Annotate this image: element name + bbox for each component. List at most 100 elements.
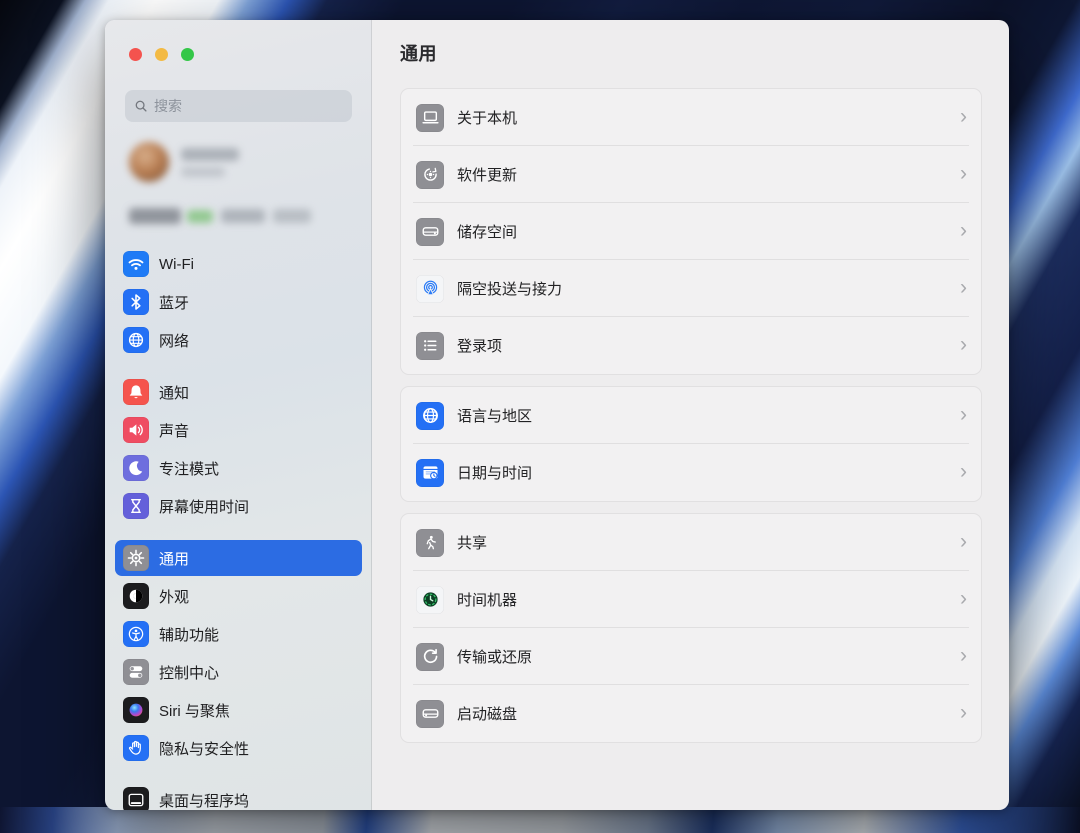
sidebar-item-focus[interactable]: 专注模式 bbox=[115, 450, 362, 486]
time-machine-icon bbox=[416, 586, 444, 614]
storage-drive-icon bbox=[416, 218, 444, 246]
system-settings-window: Wi-Fi蓝牙网络通知声音专注模式屏幕使用时间通用外观辅助功能控制中心Siri … bbox=[105, 20, 1009, 810]
sidebar-item-label: 控制中心 bbox=[159, 662, 219, 683]
sidebar-item-notifications[interactable]: 通知 bbox=[115, 374, 362, 410]
settings-row-label: 共享 bbox=[457, 532, 487, 553]
sidebar-group: 通知声音专注模式屏幕使用时间 bbox=[105, 374, 372, 524]
sidebar-item-label: 桌面与程序坞 bbox=[159, 790, 249, 811]
speaker-icon bbox=[123, 417, 149, 443]
settings-row-label: 传输或还原 bbox=[457, 646, 532, 667]
startup-disk-icon bbox=[416, 700, 444, 728]
software-update-icon bbox=[416, 161, 444, 189]
network-globe-icon bbox=[123, 327, 149, 353]
settings-row-label: 储存空间 bbox=[457, 221, 517, 242]
settings-row-about[interactable]: 关于本机 › bbox=[401, 89, 981, 146]
wifi-icon bbox=[123, 251, 149, 277]
search-field[interactable] bbox=[125, 90, 352, 122]
bell-icon bbox=[123, 379, 149, 405]
siri-icon bbox=[123, 697, 149, 723]
sidebar-item-label: 隐私与安全性 bbox=[159, 738, 249, 759]
bluetooth-icon bbox=[123, 289, 149, 315]
control-center-icon bbox=[123, 659, 149, 685]
sidebar-item-privacy[interactable]: 隐私与安全性 bbox=[115, 730, 362, 766]
settings-row-date-time[interactable]: 日期与时间 › bbox=[401, 444, 981, 501]
sidebar-item-screen-time[interactable]: 屏幕使用时间 bbox=[115, 488, 362, 524]
sidebar-item-label: Wi-Fi bbox=[159, 256, 194, 273]
chevron-right-icon: › bbox=[960, 531, 967, 552]
chevron-right-icon: › bbox=[960, 461, 967, 482]
settings-row-label: 登录项 bbox=[457, 335, 502, 356]
settings-row-software-update[interactable]: 软件更新› bbox=[401, 146, 981, 203]
sidebar-item-label: 通知 bbox=[159, 382, 189, 403]
sidebar-item-control-center[interactable]: 控制中心 bbox=[115, 654, 362, 690]
sidebar-item-label: 蓝牙 bbox=[159, 292, 189, 313]
settings-row-sharing[interactable]: 共享 › bbox=[401, 514, 981, 571]
sidebar-item-label: 网络 bbox=[159, 330, 189, 351]
settings-row-label: 软件更新 bbox=[457, 164, 517, 185]
login-items-icon bbox=[416, 332, 444, 360]
settings-row-label: 关于本机 bbox=[457, 107, 517, 128]
sidebar-item-label: 专注模式 bbox=[159, 458, 219, 479]
sidebar: Wi-Fi 蓝牙网络通知声音专注模式屏幕使用时间通用外观辅助功能控制中心 Siri … bbox=[105, 20, 372, 810]
sidebar-item-sound[interactable]: 声音 bbox=[115, 412, 362, 448]
traffic-lights bbox=[129, 48, 194, 61]
dock-icon bbox=[123, 787, 149, 810]
settings-row-login-items[interactable]: 登录项› bbox=[401, 317, 981, 374]
gear-icon bbox=[123, 545, 149, 571]
chevron-right-icon: › bbox=[960, 106, 967, 127]
main-panel: 通用 关于本机›软件更新›储存空间›隔空投送与接力›登录项›语言与地区›日期与时… bbox=[372, 20, 1009, 810]
settings-card: 关于本机 › 软件更新› 储存空间 › 隔空投送与接力 › 登录项› bbox=[400, 88, 982, 375]
minimize-button[interactable] bbox=[155, 48, 168, 61]
settings-row-airdrop-handoff[interactable]: 隔空投送与接力 › bbox=[401, 260, 981, 317]
sidebar-item-appearance[interactable]: 外观 bbox=[115, 578, 362, 614]
settings-card: 共享›时间机器›传输或还原›启动磁盘› bbox=[400, 513, 982, 743]
settings-row-language-region[interactable]: 语言与地区 › bbox=[401, 387, 981, 444]
family-item-redacted bbox=[187, 210, 213, 223]
sidebar-item-label: 通用 bbox=[159, 548, 189, 569]
user-name-redacted bbox=[181, 148, 239, 161]
date-time-icon bbox=[416, 459, 444, 487]
sidebar-item-label: 屏幕使用时间 bbox=[159, 496, 249, 517]
chevron-right-icon: › bbox=[960, 702, 967, 723]
settings-row-storage[interactable]: 储存空间 › bbox=[401, 203, 981, 260]
sidebar-group: 通用外观辅助功能控制中心 Siri 与聚焦隐私与安全性 bbox=[105, 540, 372, 766]
page-title: 通用 bbox=[400, 40, 982, 66]
sidebar-item-siri[interactable]: Siri 与聚焦 bbox=[115, 692, 362, 728]
sidebar-item-desktop-dock[interactable]: 桌面与程序坞 bbox=[115, 782, 362, 810]
chevron-right-icon: › bbox=[960, 277, 967, 298]
chevron-right-icon: › bbox=[960, 404, 967, 425]
airdrop-icon bbox=[416, 275, 444, 303]
transfer-reset-icon bbox=[416, 643, 444, 671]
sidebar-item-bluetooth[interactable]: 蓝牙 bbox=[115, 284, 362, 320]
laptop-icon bbox=[416, 104, 444, 132]
sidebar-item-network[interactable]: 网络 bbox=[115, 322, 362, 358]
user-profile-section[interactable] bbox=[105, 138, 372, 246]
settings-groups: 关于本机›软件更新›储存空间›隔空投送与接力›登录项›语言与地区›日期与时间›共… bbox=[400, 88, 982, 743]
sidebar-item-general[interactable]: 通用 bbox=[115, 540, 362, 576]
settings-row-label: 时间机器 bbox=[457, 589, 517, 610]
sidebar-nav: Wi-Fi 蓝牙网络通知声音专注模式屏幕使用时间通用外观辅助功能控制中心 Siri … bbox=[105, 246, 372, 810]
sidebar-item-label: 外观 bbox=[159, 586, 189, 607]
sidebar-item-label: Siri 与聚焦 bbox=[159, 700, 230, 721]
settings-row-label: 隔空投送与接力 bbox=[457, 278, 562, 299]
privacy-hand-icon bbox=[123, 735, 149, 761]
wallpaper-bottom-stripes bbox=[0, 807, 1080, 833]
sidebar-item-accessibility[interactable]: 辅助功能 bbox=[115, 616, 362, 652]
close-button[interactable] bbox=[129, 48, 142, 61]
zoom-button[interactable] bbox=[181, 48, 194, 61]
settings-row-transfer-reset[interactable]: 传输或还原› bbox=[401, 628, 981, 685]
settings-row-startup-disk[interactable]: 启动磁盘› bbox=[401, 685, 981, 742]
sidebar-group: 桌面与程序坞 bbox=[105, 782, 372, 810]
settings-card: 语言与地区 › 日期与时间 › bbox=[400, 386, 982, 502]
moon-icon bbox=[123, 455, 149, 481]
settings-row-label: 日期与时间 bbox=[457, 462, 532, 483]
settings-row-label: 语言与地区 bbox=[457, 405, 532, 426]
accessibility-icon bbox=[123, 621, 149, 647]
chevron-right-icon: › bbox=[960, 220, 967, 241]
family-item-redacted bbox=[273, 209, 311, 223]
appearance-icon bbox=[123, 583, 149, 609]
sidebar-item-wifi[interactable]: Wi-Fi bbox=[115, 246, 362, 282]
settings-row-time-machine[interactable]: 时间机器› bbox=[401, 571, 981, 628]
search-input[interactable] bbox=[154, 98, 343, 114]
sidebar-group: Wi-Fi 蓝牙网络 bbox=[105, 246, 372, 358]
